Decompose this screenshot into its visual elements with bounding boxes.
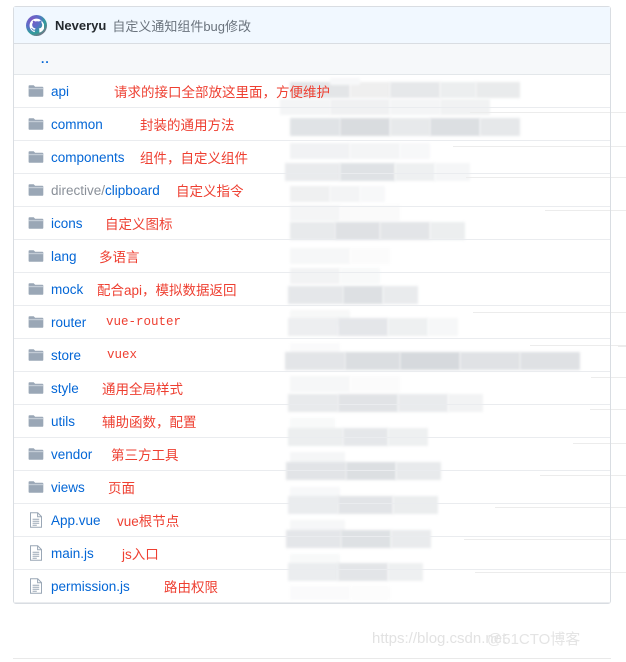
folder-icon <box>27 414 45 428</box>
parent-directory-row[interactable]: .. <box>14 44 610 75</box>
entry-name-prefix: directive/ <box>51 182 106 198</box>
folder-icon <box>27 150 45 164</box>
entry-name-text: lang <box>51 248 77 264</box>
watermark-site: @51CTO博客 <box>487 631 581 648</box>
entry-name-link[interactable]: components <box>51 150 125 165</box>
entry-name-link[interactable]: main.js <box>51 546 94 561</box>
commit-author[interactable]: Neveryu <box>55 18 106 33</box>
annotation-text: 组件，自定义组件 <box>140 151 248 166</box>
page-bottom-divider <box>13 658 611 659</box>
row-divider <box>618 346 626 347</box>
folder-icon <box>27 315 45 329</box>
annotation-text: vue根节点 <box>117 514 180 529</box>
file-list-row[interactable]: App.vue vue根节点 <box>14 504 610 537</box>
user-avatar-icon[interactable] <box>26 14 47 36</box>
entry-name-link[interactable]: icons <box>51 216 83 231</box>
file-list-row[interactable]: style 通用全局样式 <box>14 372 610 405</box>
entry-name-link[interactable]: permission.js <box>51 579 130 594</box>
folder-icon <box>27 480 45 494</box>
file-icon <box>27 545 45 561</box>
file-list-row[interactable]: icons 自定义图标 <box>14 207 610 240</box>
entry-name-text: utils <box>51 413 76 429</box>
file-list-row[interactable]: mock 配合api，模拟数据返回 <box>14 273 610 306</box>
entry-name-link[interactable]: App.vue <box>51 513 101 528</box>
entry-name-text: icons <box>51 215 83 231</box>
folder-icon <box>27 183 45 197</box>
entry-name-link[interactable]: style <box>51 381 79 396</box>
file-list-row[interactable]: components 组件，自定义组件 <box>14 141 610 174</box>
file-list-row[interactable]: common 封装的通用方法 <box>14 108 610 141</box>
entry-name-text: App.vue <box>51 512 101 528</box>
parent-directory-link[interactable]: .. <box>41 53 50 65</box>
file-list-row[interactable]: directive/clipboard 自定义指令 <box>14 174 610 207</box>
entry-name-text: mock <box>51 281 84 297</box>
annotation-text: 多语言 <box>99 250 140 265</box>
watermark-url: https://blog.csdn.net <box>372 630 507 647</box>
file-list-row[interactable]: lang 多语言 <box>14 240 610 273</box>
latest-commit-header: Neveryu 自定义通知组件bug修改 <box>14 7 610 44</box>
annotation-text: 第三方工具 <box>111 448 179 463</box>
file-list-row[interactable]: permission.js 路由权限 <box>14 570 610 603</box>
file-list-row[interactable]: router vue-router <box>14 306 610 339</box>
entry-name-text: style <box>51 380 79 396</box>
entry-name-text: clipboard <box>105 182 160 198</box>
entry-name-link[interactable]: router <box>51 315 86 330</box>
annotation-text: 封装的通用方法 <box>140 118 235 133</box>
folder-icon <box>27 249 45 263</box>
annotation-text: 通用全局样式 <box>102 382 183 397</box>
folder-icon <box>27 381 45 395</box>
commit-message[interactable]: 自定义通知组件bug修改 <box>112 16 251 35</box>
annotation-text: vue-router <box>106 315 182 329</box>
annotation-text: 辅助函数，配置 <box>102 415 197 430</box>
folder-icon <box>27 282 45 296</box>
file-icon <box>27 512 45 528</box>
entry-name-link[interactable]: mock <box>51 282 83 297</box>
entry-name-text: main.js <box>51 545 94 561</box>
file-list-row[interactable]: main.js js入口 <box>14 537 610 570</box>
folder-icon <box>27 348 45 362</box>
folder-icon <box>27 84 45 98</box>
annotation-text: 配合api，模拟数据返回 <box>97 283 237 298</box>
file-browser-card: Neveryu 自定义通知组件bug修改 .. api 请求的接口全部放这里面，方… <box>13 6 611 604</box>
annotation-text: vuex <box>107 348 138 362</box>
screenshot-root: Neveryu 自定义通知组件bug修改 .. api 请求的接口全部放这里面，方… <box>0 0 626 662</box>
entry-name-link[interactable]: views <box>51 480 85 495</box>
file-list-row[interactable]: views 页面 <box>14 471 610 504</box>
entry-name-text: api <box>51 83 70 99</box>
annotation-text: 自定义指令 <box>176 184 244 199</box>
entry-name-link[interactable]: api <box>51 84 69 99</box>
entry-name-text: store <box>51 347 82 363</box>
annotation-text: 路由权限 <box>164 580 218 595</box>
entry-name-link[interactable]: utils <box>51 414 75 429</box>
entry-name-link[interactable]: directive/clipboard <box>51 183 160 198</box>
entry-name-text: permission.js <box>51 578 130 594</box>
entry-name-link[interactable]: lang <box>51 249 77 264</box>
annotation-text: 请求的接口全部放这里面，方便维护 <box>114 85 330 100</box>
annotation-text: 自定义图标 <box>105 217 173 232</box>
folder-icon <box>27 216 45 230</box>
file-icon <box>27 578 45 594</box>
entry-name-text: components <box>51 149 125 165</box>
annotation-text: js入口 <box>122 547 159 562</box>
entry-name-text: views <box>51 479 85 495</box>
entry-name-link[interactable]: common <box>51 117 103 132</box>
file-list-row[interactable]: vendor 第三方工具 <box>14 438 610 471</box>
entry-name-text: vendor <box>51 446 93 462</box>
entry-name-text: common <box>51 116 103 132</box>
folder-icon <box>27 117 45 131</box>
entry-name-link[interactable]: store <box>51 348 81 363</box>
file-list-row[interactable]: store vuex <box>14 339 610 372</box>
annotation-text: 页面 <box>108 481 135 496</box>
entry-name-link[interactable]: vendor <box>51 447 92 462</box>
file-list: api 请求的接口全部放这里面，方便维护 common 封装的通用方法 componen… <box>14 75 610 603</box>
file-list-row[interactable]: utils 辅助函数，配置 <box>14 405 610 438</box>
entry-name-text: router <box>51 314 87 330</box>
folder-icon <box>27 447 45 461</box>
file-list-row[interactable]: api 请求的接口全部放这里面，方便维护 <box>14 75 610 108</box>
